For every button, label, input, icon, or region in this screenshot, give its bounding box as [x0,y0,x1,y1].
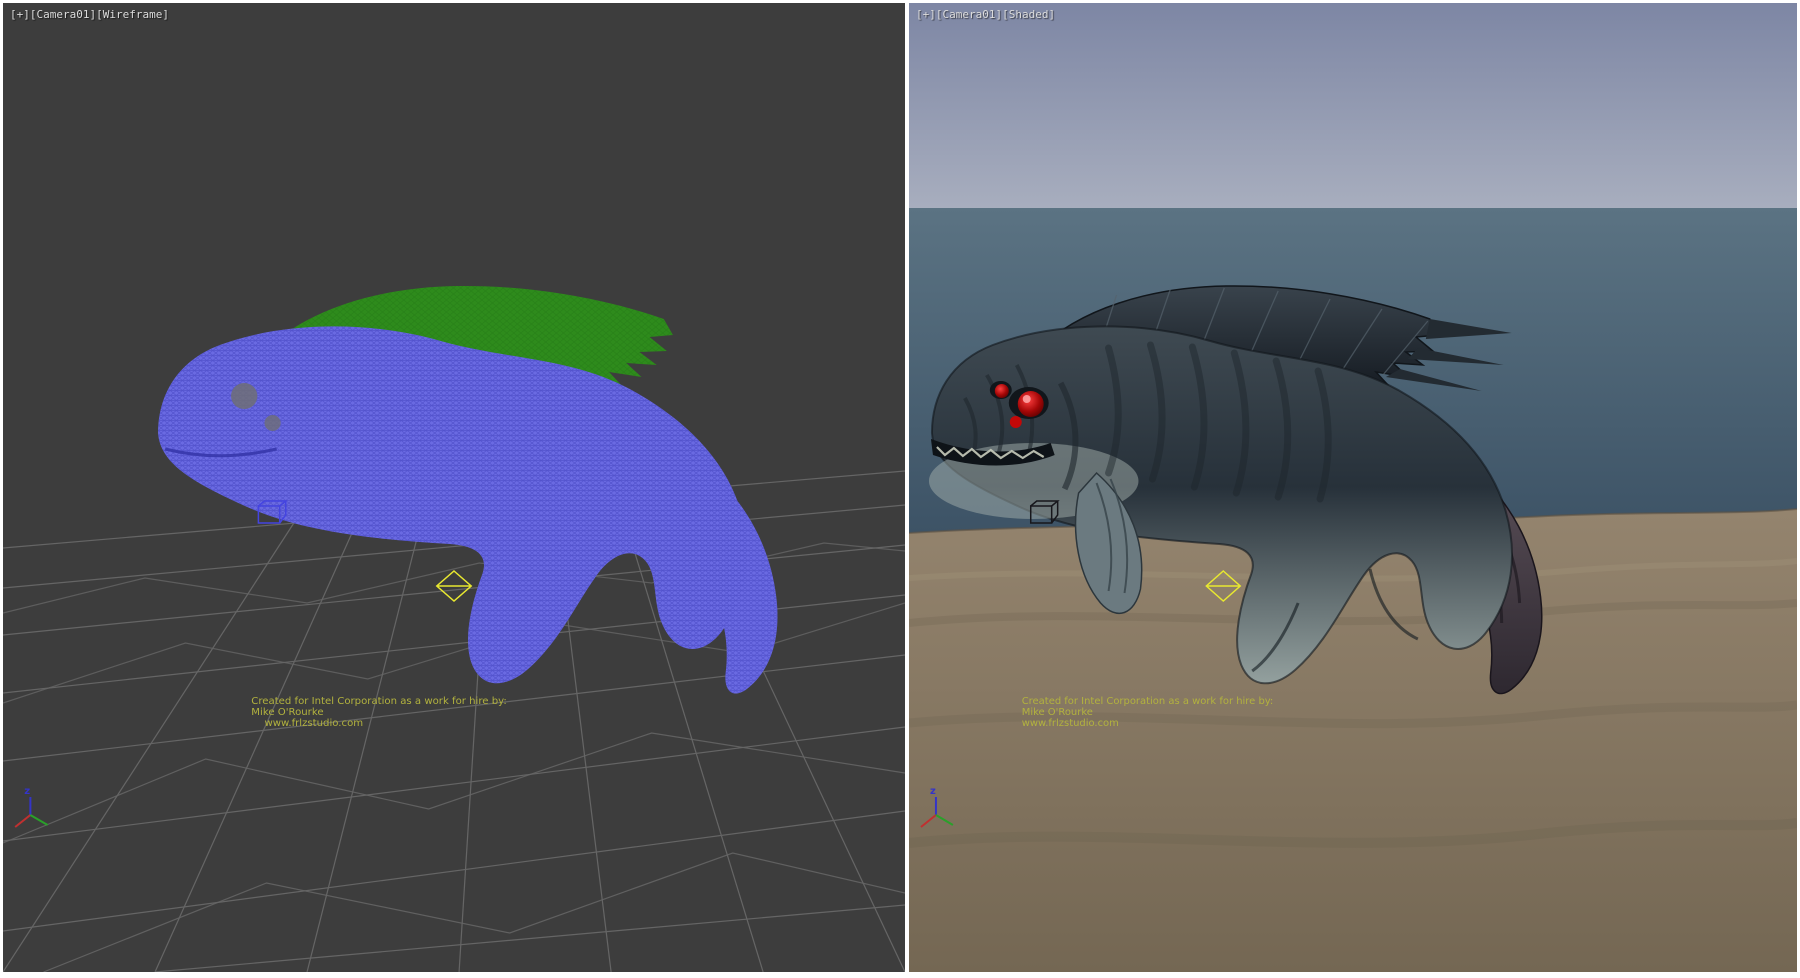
viewport-label-right: [+][Camera01][Shaded] [916,8,1055,21]
viewport-menu-button[interactable]: [+] [10,8,30,21]
viewport-wireframe[interactable]: [+][Camera01][Wireframe] [3,3,905,972]
axis-z-label: z [930,786,936,797]
viewport-menu-button[interactable]: [+] [916,8,936,21]
viewport-canvas-wireframe[interactable]: Created for Intel Corporation as a work … [3,3,905,972]
eye-spot-small [264,415,280,431]
shading-label[interactable]: [Shaded] [1002,8,1055,21]
sky [909,3,1797,215]
eye-second [995,384,1009,398]
eye-highlight [1023,395,1031,403]
viewport-shaded[interactable]: [+][Camera01][Shaded] [909,3,1797,972]
shading-label[interactable]: [Wireframe] [96,8,169,21]
camera-label[interactable]: [Camera01] [30,8,96,21]
svg-text:Created for Intel Corporation: Created for Intel Corporation as a work … [251,696,507,707]
eye-third [1010,416,1022,428]
svg-text:Mike O'Rourke: Mike O'Rourke [1022,707,1093,718]
eye-spot-large [231,383,257,409]
eye-main [1018,391,1044,417]
viewport-label-left: [+][Camera01][Wireframe] [10,8,169,21]
axis-z-label: z [24,786,30,797]
svg-text:Mike O'Rourke: Mike O'Rourke [251,707,323,718]
svg-text:www.frlzstudio.com: www.frlzstudio.com [1022,718,1119,729]
dual-viewport: { "viewports": { "left": { "menu_plus": … [0,0,1800,978]
camera-label[interactable]: [Camera01] [936,8,1002,21]
svg-text:www.frlzstudio.com: www.frlzstudio.com [264,718,363,729]
viewport-canvas-shaded[interactable]: Created for Intel Corporation as a work … [909,3,1797,972]
svg-text:Created for Intel Corporation: Created for Intel Corporation as a work … [1022,696,1274,707]
